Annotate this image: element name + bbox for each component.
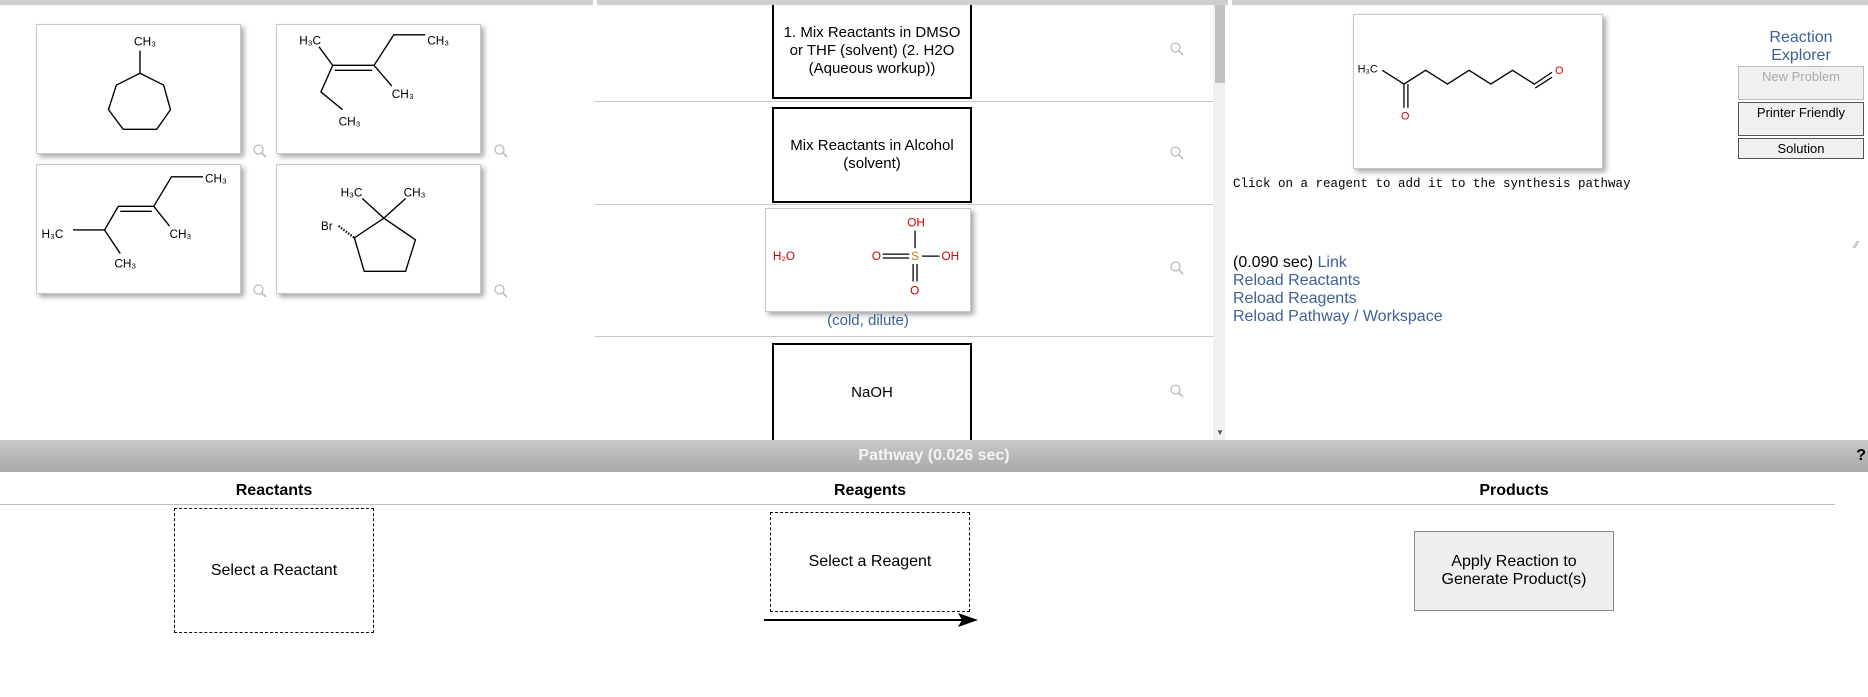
zoom-icon[interactable]	[252, 283, 268, 299]
reactants-panel: CH₃ H₃C CH₃ CH₃ CH₃ CH₃ H₃C CH₃ CH₃ H₃C …	[0, 5, 595, 440]
reagent-row-1[interactable]: 1. Mix Reactants in DMSO or THF (solvent…	[595, 5, 1213, 102]
resize-grip-icon[interactable]: ⁄⁄	[1855, 240, 1858, 251]
link-button[interactable]: Link	[1318, 254, 1347, 271]
products-column-header: Products	[1479, 482, 1549, 499]
svg-text:H₃C: H₃C	[1358, 63, 1378, 75]
reload-reagents-link[interactable]: Reload Reagents	[1233, 290, 1357, 308]
zoom-icon[interactable]	[1169, 383, 1185, 399]
reload-pathway-link[interactable]: Reload Pathway / Workspace	[1233, 308, 1443, 326]
pathway-title: Pathway (0.026 sec)	[858, 447, 1010, 464]
reagent-label: 1. Mix Reactants in DMSO or THF (solvent…	[783, 24, 961, 77]
svg-text:S: S	[911, 250, 919, 263]
reagent-caption: (cold, dilute)	[827, 312, 909, 329]
reactant-card-3[interactable]: CH₃ H₃C CH₃ CH₃	[36, 164, 241, 294]
new-problem-button[interactable]: New Problem	[1738, 66, 1864, 100]
svg-text:H₂O: H₂O	[773, 250, 795, 263]
reactant-structure-1: CH₃	[107, 35, 172, 131]
reactant-structure-3: CH₃ H₃C CH₃ CH₃	[42, 172, 227, 271]
zoom-icon[interactable]	[493, 143, 509, 159]
svg-text:CH₃: CH₃	[205, 172, 227, 186]
svg-text:CH₃: CH₃	[404, 186, 426, 200]
reagents-scrollbar[interactable]: ▼	[1213, 5, 1225, 440]
select-reagent-label: Select a Reagent	[808, 553, 932, 570]
reactants-column-header: Reactants	[235, 482, 313, 499]
column-divider	[0, 504, 1835, 505]
reagent-row-3[interactable]: H₂O OH O S OH O (cold, dilute)	[595, 205, 1213, 337]
svg-text:H₃C: H₃C	[341, 186, 363, 200]
svg-text:H₃C: H₃C	[299, 34, 321, 48]
target-structure: H₃C O O	[1358, 63, 1564, 123]
scroll-down-icon[interactable]: ▼	[1215, 428, 1225, 438]
reagents-panel: 1. Mix Reactants in DMSO or THF (solvent…	[595, 5, 1225, 440]
zoom-icon[interactable]	[1169, 260, 1185, 276]
reagent-label: Mix Reactants in Alcohol (solvent)	[790, 137, 954, 172]
reagent-card-3[interactable]: H₂O OH O S OH O	[765, 208, 971, 312]
svg-text:O: O	[872, 250, 881, 263]
timing-text: (0.090 sec)	[1233, 254, 1314, 271]
reagent-card-1[interactable]: 1. Mix Reactants in DMSO or THF (solvent…	[772, 5, 972, 99]
printer-friendly-button[interactable]: Printer Friendly	[1738, 102, 1864, 136]
svg-text:CH₃: CH₃	[339, 114, 361, 128]
reagent-row-4[interactable]: NaOH	[595, 337, 1213, 440]
hint-text: Click on a reagent to add it to the synt…	[1233, 177, 1631, 191]
reagent-card-4[interactable]: NaOH	[772, 343, 972, 440]
reagent-label: NaOH	[851, 384, 893, 401]
help-icon[interactable]: ?	[1856, 440, 1866, 472]
ch3-label: CH₃	[134, 35, 156, 49]
zoom-icon[interactable]	[252, 143, 268, 159]
reload-reactants-link[interactable]: Reload Reactants	[1233, 272, 1360, 290]
pathway-header: Pathway (0.026 sec) ?	[0, 440, 1868, 472]
apply-reaction-label: Apply Reaction to Generate Product(s)	[1441, 553, 1587, 588]
target-molecule-card: H₃C O O	[1353, 14, 1603, 169]
zoom-icon[interactable]	[1169, 41, 1185, 57]
solution-button[interactable]: Solution	[1738, 138, 1864, 159]
scroll-thumb[interactable]	[1215, 5, 1225, 83]
reactant-card-2[interactable]: H₃C CH₃ CH₃ CH₃	[276, 24, 481, 154]
svg-text:Br: Br	[321, 219, 333, 233]
timing-line: (0.090 sec) Link	[1233, 254, 1347, 272]
reactant-structure-4: H₃C CH₃ Br	[321, 186, 426, 273]
select-reactant-slot[interactable]: Select a Reactant	[174, 508, 374, 633]
hint-area: ⁄⁄	[1235, 201, 1860, 251]
svg-text:CH₃: CH₃	[170, 227, 192, 241]
reactant-card-1[interactable]: CH₃	[36, 24, 241, 154]
apply-reaction-button[interactable]: Apply Reaction to Generate Product(s)	[1414, 531, 1614, 611]
svg-text:H₃C: H₃C	[42, 227, 64, 241]
zoom-icon[interactable]	[493, 283, 509, 299]
svg-text:OH: OH	[907, 217, 925, 230]
zoom-icon[interactable]	[1169, 145, 1185, 161]
svg-text:O: O	[1401, 111, 1409, 123]
svg-text:O: O	[1555, 65, 1563, 77]
reaction-explorer-link[interactable]: Reaction Explorer	[1738, 29, 1864, 65]
select-reactant-label: Select a Reactant	[210, 561, 338, 579]
reactant-card-4[interactable]: H₃C CH₃ Br	[276, 164, 481, 294]
select-reagent-slot[interactable]: Select a Reagent	[770, 512, 970, 612]
svg-text:CH₃: CH₃	[427, 34, 449, 48]
reagent-card-2[interactable]: Mix Reactants in Alcohol (solvent)	[772, 107, 972, 203]
svg-text:CH₃: CH₃	[114, 256, 136, 270]
svg-text:O: O	[910, 284, 919, 297]
reactant-structure-2: H₃C CH₃ CH₃ CH₃	[299, 34, 449, 129]
reagents-column-header: Reagents	[833, 482, 907, 499]
reaction-arrow-icon	[764, 613, 978, 627]
h2so4-structure: H₂O OH O S OH O	[773, 217, 960, 298]
reagent-row-2[interactable]: Mix Reactants in Alcohol (solvent)	[595, 102, 1213, 205]
svg-text:OH: OH	[942, 250, 960, 263]
svg-text:CH₃: CH₃	[392, 87, 414, 101]
